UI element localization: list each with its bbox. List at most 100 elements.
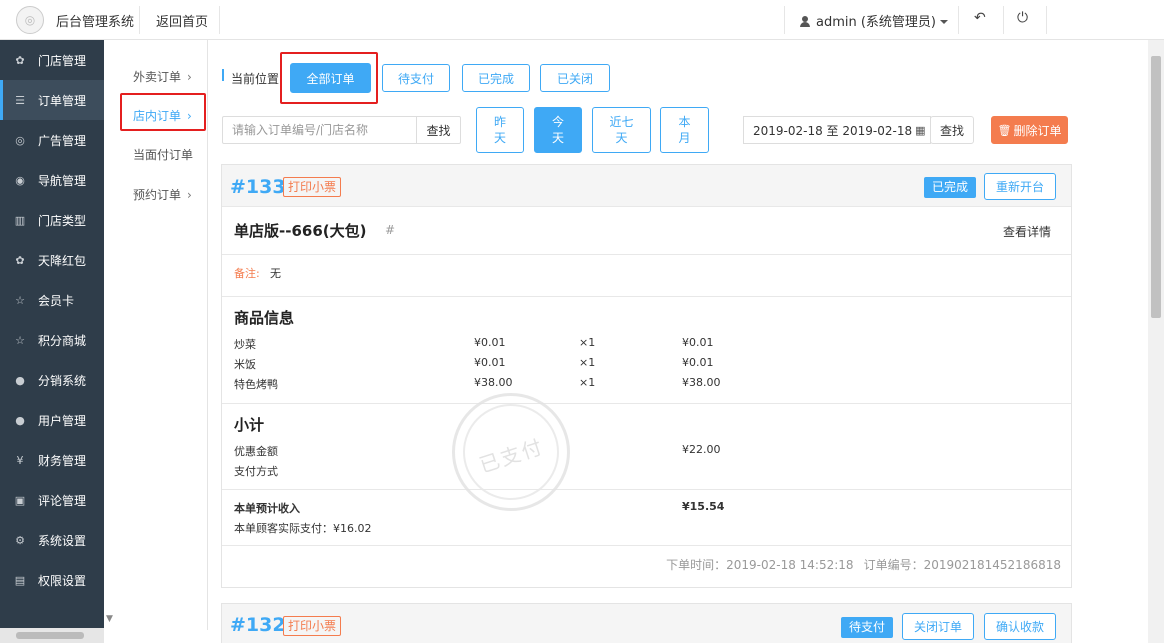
sidebar-item-points-mall[interactable]: ☆ 积分商城 <box>0 320 104 360</box>
sidebar-item-settings[interactable]: ⚙ 系统设置 <box>0 520 104 560</box>
status-badge: 已完成 <box>924 177 977 198</box>
sidebar-item-orders[interactable]: ☰ 订单管理 <box>0 80 104 120</box>
divider <box>1003 6 1004 34</box>
divider <box>222 296 1071 297</box>
goods-name: 米饭 <box>234 358 256 371</box>
subnav-label: 外卖订单 <box>133 70 182 84</box>
sidebar-item-red-packets[interactable]: ✿ 天降红包 <box>0 240 104 280</box>
power-icon[interactable]: ⏻ <box>1017 10 1028 26</box>
goods-price: ¥0.01 <box>474 336 506 349</box>
logo-icon: ◎ <box>16 6 44 34</box>
store-icon: ✿ <box>15 53 25 67</box>
tab-closed[interactable]: 已关闭 <box>540 64 610 92</box>
crumb-marker <box>222 69 224 81</box>
delete-label: 删除订单 <box>1013 123 1062 138</box>
delete-orders-button[interactable]: 🗑 删除订单 <box>991 116 1068 144</box>
order-number: #132 <box>230 614 286 636</box>
range-this-month-button[interactable]: 本月 <box>660 107 709 153</box>
goods-section-title: 商品信息 <box>234 309 295 327</box>
user-icon: ● <box>15 413 25 427</box>
subnav-item-takeout[interactable]: 外卖订单 › <box>133 68 192 85</box>
sidebar-item-ads[interactable]: ◎ 广告管理 <box>0 120 104 160</box>
sidebar-item-finance[interactable]: ¥ 财务管理 <box>0 440 104 480</box>
order-card: #132 打印小票 待支付 关闭订单 确认收款 <box>221 603 1072 643</box>
hash-icon: # <box>385 223 396 237</box>
discount-label: 优惠金额 <box>234 445 278 458</box>
divider <box>958 6 959 34</box>
print-receipt-button[interactable]: 打印小票 <box>283 177 342 197</box>
cubes-icon: ✿ <box>15 253 25 267</box>
sidebar-item-label: 评论管理 <box>38 493 87 508</box>
goods-qty: ×1 <box>579 336 596 349</box>
horizontal-scrollbar[interactable] <box>0 628 104 643</box>
divider <box>222 403 1071 404</box>
date-range-field[interactable]: 2019-02-18 至 2019-02-18 ▦ <box>743 116 931 144</box>
range-today-button[interactable]: 今天 <box>534 107 582 153</box>
chevron-right-icon: › <box>187 188 192 202</box>
close-order-button[interactable]: 关闭订单 <box>902 613 974 640</box>
order-id: 订单编号：20190218145218681​8 <box>863 558 1061 572</box>
goods-total: ¥0.01 <box>682 336 714 349</box>
sidebar-item-stores[interactable]: ✿ 门店管理 <box>0 40 104 80</box>
date-search-button[interactable]: 查找 <box>930 116 974 144</box>
range-last-seven-days-button[interactable]: 近七天 <box>592 107 651 153</box>
order-meta: 下单时间：2019-02-18 14:52:18 订单编号：20190218145… <box>656 556 1061 573</box>
income-label: 本单预计收入 <box>234 502 300 515</box>
sidebar-item-label: 财务管理 <box>38 453 87 468</box>
sidebar-item-users[interactable]: ● 用户管理 <box>0 400 104 440</box>
lock-icon: ▤ <box>14 573 26 587</box>
goods-price: ¥38.00 <box>474 376 513 389</box>
chevron-right-icon: › <box>187 70 192 84</box>
yen-icon: ¥ <box>16 453 24 467</box>
discount-value: ¥22.00 <box>682 443 721 456</box>
confirm-payment-button[interactable]: 确认收款 <box>984 613 1056 640</box>
sidebar-item-distribution[interactable]: ● 分销系统 <box>0 360 104 400</box>
undo-icon[interactable]: ↶ <box>974 10 986 26</box>
tab-pending-payment[interactable]: 待支付 <box>382 64 450 92</box>
sidebar-item-comments[interactable]: ▣ 评论管理 <box>0 480 104 520</box>
back-home-link[interactable]: 返回首页 <box>156 11 208 30</box>
breadcrumb: 当前位置 <box>231 72 280 86</box>
sidebar: ✿ 门店管理 ☰ 订单管理 ◎ 广告管理 ◉ 导航管理 ▥ 门店类型 ✿ 天降红包 ☆ 会员卡… <box>0 40 104 643</box>
reopen-table-button[interactable]: 重新开台 <box>984 173 1056 200</box>
goods-total: ¥38.00 <box>682 376 721 389</box>
print-receipt-button[interactable]: 打印小票 <box>283 616 342 636</box>
search-input[interactable] <box>222 116 417 144</box>
vertical-scrollbar[interactable] <box>1148 40 1164 643</box>
goods-name: 特色烤鸭 <box>234 378 278 391</box>
user-menu[interactable]: admin (系统管理员) <box>800 11 949 30</box>
subnav-item-face-pay[interactable]: 当面付订单 <box>133 146 193 163</box>
search-button[interactable]: 查找 <box>416 116 461 144</box>
star-icon: ☆ <box>15 293 25 307</box>
sidebar-item-label: 门店管理 <box>38 53 87 68</box>
sidebar-item-navigation[interactable]: ◉ 导航管理 <box>0 160 104 200</box>
calendar-icon: ▦ <box>915 123 926 137</box>
user-icon <box>800 16 810 27</box>
list-icon: ☰ <box>15 93 25 107</box>
divider <box>1046 6 1047 34</box>
order-time: 下单时间：2019-02-18 14:52:18 <box>666 558 854 572</box>
scroll-down-icon[interactable]: ▼ <box>106 614 118 626</box>
range-yesterday-button[interactable]: 昨天 <box>476 107 524 153</box>
top-bar: ◎ 后台管理系统 返回首页 admin (系统管理员) ↶ ⏻ <box>0 0 1164 40</box>
subtotal-section-title: 小计 <box>234 416 265 434</box>
divider <box>222 254 1071 255</box>
order-card: #133 打印小票 已完成 重新开台 单店版--666(大包) # 查看详情 备… <box>221 164 1072 588</box>
lifebuoy-icon: ◎ <box>15 133 25 147</box>
sidebar-item-label: 分销系统 <box>38 373 87 388</box>
sidebar-item-label: 系统设置 <box>38 533 87 548</box>
goods-name: 炒菜 <box>234 338 256 351</box>
user-name: admin (系统管理员) <box>816 15 937 30</box>
bank-icon: ▥ <box>14 213 26 227</box>
sidebar-item-store-types[interactable]: ▥ 门店类型 <box>0 200 104 240</box>
view-details-link[interactable]: 查看详情 <box>1003 223 1051 240</box>
sidebar-item-label: 广告管理 <box>38 133 87 148</box>
order-header: #132 打印小票 待支付 关闭订单 确认收款 <box>222 604 1071 643</box>
trash-icon: 🗑 <box>997 123 1012 137</box>
sidebar-item-member-card[interactable]: ☆ 会员卡 <box>0 280 104 320</box>
remark-value: 无 <box>270 267 281 280</box>
subnav-item-reservation[interactable]: 预约订单 › <box>133 186 192 203</box>
sidebar-item-permissions[interactable]: ▤ 权限设置 <box>0 560 104 600</box>
tab-completed[interactable]: 已完成 <box>462 64 530 92</box>
date-range-value: 2019-02-18 至 2019-02-18 <box>753 123 913 138</box>
